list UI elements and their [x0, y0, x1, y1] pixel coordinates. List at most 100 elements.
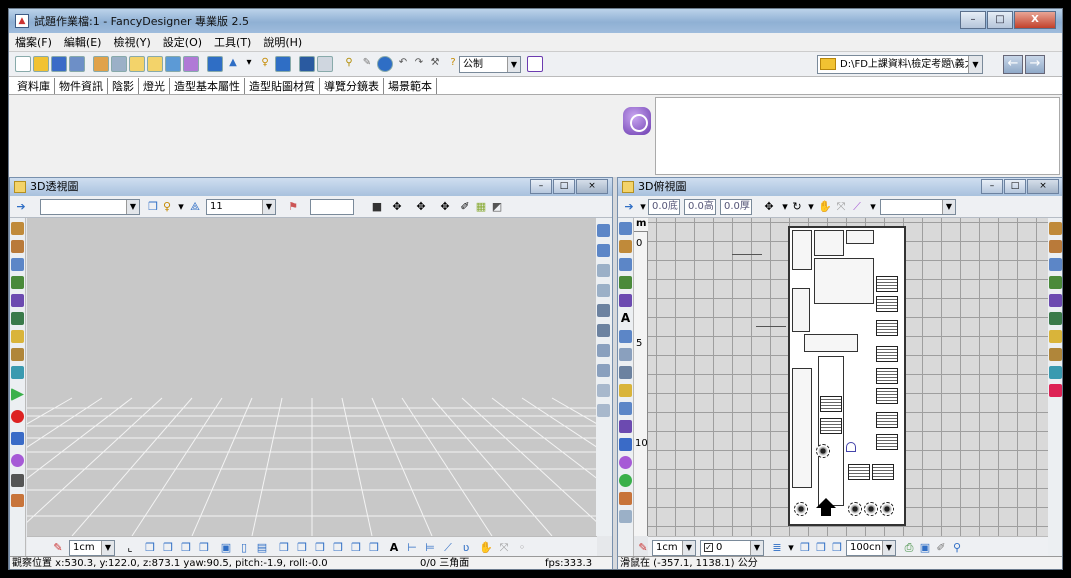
menu-file[interactable]: 檔案(F)	[15, 34, 52, 50]
polyline-icon[interactable]	[619, 366, 632, 379]
brush-icon[interactable]	[1049, 294, 1062, 307]
plant-icon[interactable]	[11, 312, 24, 325]
dropdown-arrow-icon[interactable]: ▾	[866, 200, 880, 214]
arc-icon[interactable]	[619, 402, 632, 415]
import-icon[interactable]	[93, 56, 109, 72]
dropdown-arrow-icon[interactable]: ▾	[174, 200, 188, 214]
move-vertical-icon[interactable]: ✥	[414, 200, 428, 214]
box-icon[interactable]: ❒	[146, 200, 160, 214]
dimension-icon[interactable]: ⊢	[405, 541, 419, 555]
beam-icon[interactable]: ❒	[349, 541, 363, 555]
zoom-extent-icon[interactable]: ⤧	[834, 200, 848, 214]
print-icon[interactable]	[619, 510, 632, 523]
tab-scene-template[interactable]: 場景範本	[384, 77, 437, 94]
floor-plan-canvas[interactable]	[648, 218, 1048, 536]
arrow-right-icon[interactable]	[597, 284, 610, 297]
view-front-icon[interactable]	[597, 224, 610, 237]
light-icon[interactable]: ♀	[160, 200, 174, 214]
path-combobox[interactable]: D:\FD上課資料\檢定考題\義大 ▼	[817, 55, 983, 74]
back-button[interactable]: ←	[1003, 55, 1023, 74]
tilt-up-icon[interactable]	[597, 344, 610, 357]
window-icon[interactable]: ▣	[918, 541, 932, 555]
perspective-view-icon[interactable]	[129, 56, 145, 72]
undo-icon[interactable]: ↶	[395, 56, 411, 72]
railing-icon[interactable]	[1049, 366, 1062, 379]
menu-view[interactable]: 檢視(Y)	[113, 34, 150, 50]
curve-icon[interactable]	[619, 384, 632, 397]
panel-close-button[interactable]: ×	[1027, 179, 1059, 194]
object-combobox[interactable]: ▼	[40, 199, 140, 215]
move-icon[interactable]: ✥	[390, 200, 404, 214]
top-view-icon[interactable]	[147, 56, 163, 72]
brush-icon[interactable]	[11, 294, 24, 307]
shelf-icon[interactable]	[1049, 258, 1062, 271]
brush-icon[interactable]	[619, 294, 632, 307]
pencil-icon[interactable]: ✎	[636, 541, 650, 555]
paint-icon[interactable]: ✎	[359, 56, 375, 72]
shelf-icon[interactable]	[11, 258, 24, 271]
material-ball-icon[interactable]	[11, 494, 24, 507]
roof-tool-icon[interactable]: ▲	[225, 56, 241, 72]
angle-icon[interactable]: ⟁	[188, 200, 202, 214]
menu-help[interactable]: 說明(H)	[263, 34, 302, 50]
polyline-icon[interactable]: ⟋	[441, 541, 455, 555]
bed-icon[interactable]	[619, 240, 632, 253]
cube-group-icon[interactable]: ❒	[179, 541, 193, 555]
cube-solid-icon[interactable]: ❒	[798, 541, 812, 555]
tab-lighting[interactable]: 燈光	[139, 77, 170, 94]
text-icon[interactable]: A	[387, 541, 401, 555]
scene-icon[interactable]	[183, 56, 199, 72]
search-icon[interactable]: ⚲	[341, 56, 357, 72]
measure-icon[interactable]: ⚒	[427, 56, 443, 72]
dropdown-arrow-icon[interactable]: ▾	[804, 200, 818, 214]
sphere-icon[interactable]	[619, 456, 632, 469]
bed-icon[interactable]	[11, 240, 24, 253]
new-file-icon[interactable]	[15, 56, 31, 72]
dimension-icon[interactable]	[619, 330, 632, 343]
snap-combobox[interactable]: ✓ 0 ▼	[700, 540, 764, 556]
minimize-button[interactable]: –	[960, 11, 986, 29]
save-as-icon[interactable]	[69, 56, 85, 72]
box-tool-icon[interactable]	[207, 56, 223, 72]
render-icon[interactable]	[165, 56, 181, 72]
arrow-left-icon[interactable]	[597, 264, 610, 277]
slab-icon[interactable]: ❒	[367, 541, 381, 555]
ceiling-icon[interactable]: ❒	[313, 541, 327, 555]
wall-icon[interactable]: ❒	[277, 541, 291, 555]
chart-icon[interactable]: ⌞	[123, 541, 137, 555]
furniture-icon[interactable]	[1049, 222, 1062, 235]
tab-storyboard[interactable]: 導覽分鏡表	[320, 77, 384, 94]
height-field[interactable]: 0.0高	[684, 199, 716, 215]
panel-minimize-button[interactable]: –	[530, 179, 552, 194]
flag-icon[interactable]: ⚑	[286, 200, 300, 214]
cube-array-icon[interactable]: ❒	[197, 541, 211, 555]
rect-select-icon[interactable]	[619, 222, 632, 235]
cube-outline-icon[interactable]: ❒	[161, 541, 175, 555]
floor-icon[interactable]: ❒	[295, 541, 309, 555]
curve-icon[interactable]: ʋ	[459, 541, 473, 555]
bottle-icon[interactable]	[619, 276, 632, 289]
material-icon[interactable]	[299, 56, 315, 72]
rotate-left-icon[interactable]	[597, 304, 610, 317]
light-bulb-icon[interactable]: ♀	[257, 56, 273, 72]
tilt-down-icon[interactable]	[597, 364, 610, 377]
texture-icon[interactable]: ▦	[474, 200, 488, 214]
save-icon[interactable]	[51, 56, 67, 72]
pen-icon[interactable]: ✐	[934, 541, 948, 555]
print-icon[interactable]: ⎙	[902, 541, 916, 555]
pipe-icon[interactable]	[1049, 384, 1062, 397]
cube-solid-icon[interactable]: ❒	[143, 541, 157, 555]
bottle-icon[interactable]	[11, 276, 24, 289]
size-combobox[interactable]: 11 ▼	[206, 199, 276, 215]
zoom-icon[interactable]: ◦	[515, 541, 529, 555]
layers-icon[interactable]: ≣	[770, 541, 784, 555]
grid-unit-combobox[interactable]: 1cm ▼	[69, 540, 115, 556]
tab-shadow[interactable]: 陰影	[108, 77, 139, 94]
material-ball-icon[interactable]	[619, 492, 632, 505]
wand-icon[interactable]: ⟋	[850, 200, 864, 214]
furniture-icon[interactable]	[11, 222, 24, 235]
move-up-icon[interactable]	[597, 384, 610, 397]
globe-icon[interactable]	[377, 56, 393, 72]
menu-edit[interactable]: 編輯(E)	[64, 34, 102, 50]
measure-icon[interactable]	[619, 420, 632, 433]
